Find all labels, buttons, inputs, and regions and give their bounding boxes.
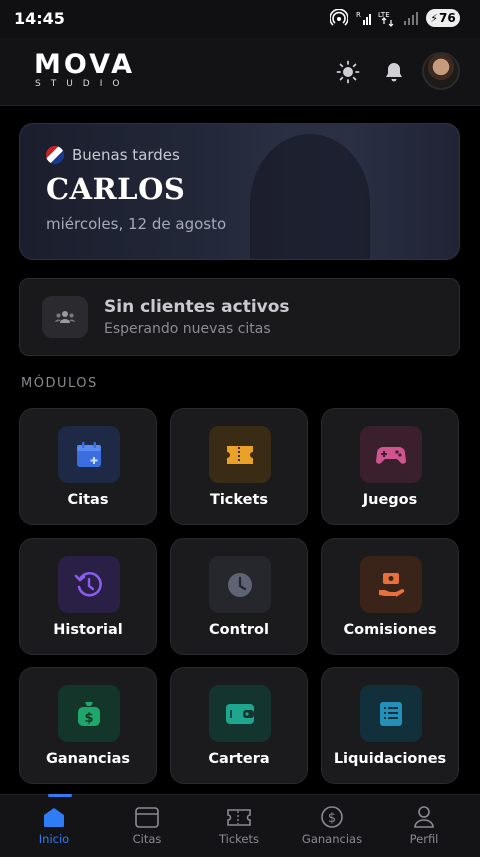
module-label: Liquidaciones xyxy=(333,751,447,767)
ticket-icon xyxy=(227,809,251,826)
battery-indicator: ⚡ 76 xyxy=(426,9,460,27)
clients-subtitle: Esperando nuevas citas xyxy=(104,321,271,337)
user-icon xyxy=(414,806,434,828)
nav-item-ganancias[interactable]: $ Ganancias xyxy=(284,795,380,857)
money-bag-icon: $ xyxy=(78,701,100,726)
module-cartera[interactable]: Cartera xyxy=(170,667,308,784)
module-icon-box xyxy=(58,426,120,483)
calendar-icon xyxy=(135,807,159,828)
history-icon xyxy=(74,571,102,596)
app-header: MOVA STUDIO xyxy=(0,38,480,106)
module-label: Historial xyxy=(53,622,123,638)
svg-text:$: $ xyxy=(84,711,93,726)
greeting-text: Buenas tardes xyxy=(72,146,180,164)
clients-title: Sin clientes activos xyxy=(104,297,290,317)
module-icon-box xyxy=(360,685,422,742)
users-group-icon xyxy=(55,311,75,323)
greeting-banner: Buenas tardes CARLOS miércoles, 12 de ag… xyxy=(19,123,460,260)
lte-icon: LTE xyxy=(378,11,394,27)
logo-main: MOVA xyxy=(34,49,136,80)
hotspot-icon xyxy=(330,9,348,26)
nav-label: Citas xyxy=(132,832,162,846)
bottom-navigation: Inicio Citas Tickets $ Ganancias Perfil xyxy=(0,794,480,857)
module-label: Citas xyxy=(67,492,109,508)
status-time: 14:45 xyxy=(14,9,65,28)
signal-r-icon: R xyxy=(356,11,371,25)
module-tickets[interactable]: Tickets xyxy=(170,408,308,525)
svg-text:R: R xyxy=(356,11,361,19)
module-label: Tickets xyxy=(209,492,269,508)
svg-text:$: $ xyxy=(328,811,336,826)
module-label: Control xyxy=(209,622,269,638)
banner-photo xyxy=(250,134,370,259)
ticket-icon xyxy=(227,445,253,464)
status-bar: 14:45 R LTE ⚡ 76 xyxy=(0,0,480,38)
module-comisiones[interactable]: Comisiones xyxy=(321,538,459,655)
module-ganancias[interactable]: $ Ganancias xyxy=(19,667,157,784)
dollar-circle-icon: $ xyxy=(321,806,343,828)
greeting-row: Buenas tardes xyxy=(46,146,180,164)
clients-icon-box xyxy=(42,296,88,338)
active-clients-card[interactable]: Sin clientes activos Esperando nuevas ci… xyxy=(19,278,460,356)
module-label: Cartera xyxy=(208,751,270,767)
nav-item-citas[interactable]: Citas xyxy=(99,795,195,857)
active-tab-indicator xyxy=(48,794,72,797)
nav-item-perfil[interactable]: Perfil xyxy=(376,795,472,857)
nav-label: Perfil xyxy=(409,832,439,846)
calendar-plus-icon xyxy=(77,441,101,467)
receipt-list-icon xyxy=(380,701,402,726)
module-historial[interactable]: Historial xyxy=(19,538,157,655)
section-label-modules: MÓDULOS xyxy=(21,376,98,391)
nav-item-tickets[interactable]: Tickets xyxy=(191,795,287,857)
theme-toggle-sun-icon[interactable] xyxy=(336,60,360,84)
gamepad-icon xyxy=(376,446,406,464)
nav-label: Inicio xyxy=(38,832,70,846)
module-icon-box xyxy=(209,426,271,483)
home-icon xyxy=(44,808,64,827)
module-liquidaciones[interactable]: Liquidaciones xyxy=(321,667,459,784)
logo-sub: STUDIO xyxy=(35,79,130,89)
status-icons: R LTE ⚡ 76 xyxy=(330,9,460,27)
nav-label: Ganancias xyxy=(301,832,363,846)
module-icon-box xyxy=(58,556,120,613)
module-juegos[interactable]: Juegos xyxy=(321,408,459,525)
module-label: Juegos xyxy=(362,492,418,508)
commission-hand-icon xyxy=(379,572,405,597)
nav-label: Tickets xyxy=(218,832,259,846)
battery-level: 76 xyxy=(439,11,456,25)
avatar[interactable] xyxy=(422,52,460,90)
module-control[interactable]: Control xyxy=(170,538,308,655)
flag-icon xyxy=(46,146,64,164)
nav-item-inicio[interactable]: Inicio xyxy=(6,794,102,857)
module-icon-box xyxy=(360,556,422,613)
current-date: miércoles, 12 de agosto xyxy=(46,215,227,233)
signal-icon xyxy=(404,12,418,25)
module-citas[interactable]: Citas xyxy=(19,408,157,525)
notification-bell-icon[interactable] xyxy=(382,60,406,84)
module-label: Ganancias xyxy=(45,751,131,767)
module-label: Comisiones xyxy=(343,622,437,638)
module-icon-box xyxy=(209,556,271,613)
module-icon-box: $ xyxy=(58,685,120,742)
wallet-icon xyxy=(226,703,254,724)
clock-icon xyxy=(228,572,252,597)
module-icon-box xyxy=(209,685,271,742)
module-icon-box xyxy=(360,426,422,483)
logo: MOVA STUDIO xyxy=(34,49,136,89)
user-name: CARLOS xyxy=(46,172,186,206)
